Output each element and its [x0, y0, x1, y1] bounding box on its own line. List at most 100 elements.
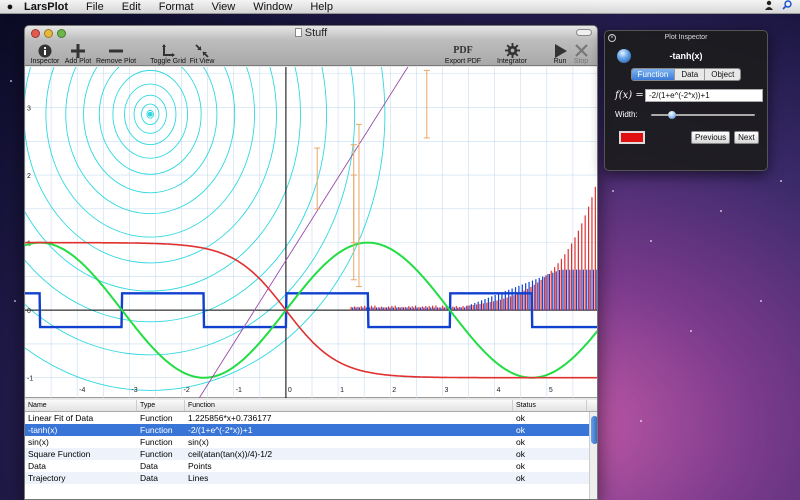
- apple-menu-icon[interactable]: ●: [0, 1, 20, 13]
- table-row[interactable]: Data Data Points ok: [25, 460, 598, 472]
- cell-function: sin(x): [185, 437, 513, 447]
- minimize-window-button[interactable]: [44, 29, 53, 38]
- next-button[interactable]: Next: [734, 131, 758, 144]
- pdf-icon: PDF: [453, 43, 472, 58]
- cell-status: ok: [513, 413, 587, 423]
- tab-object[interactable]: Object: [705, 69, 740, 80]
- toolbar: Inspector Add Plot Remove Plot Toggle Gr…: [25, 40, 597, 66]
- inspector-plot-name: -tanh(x): [605, 51, 767, 61]
- table-scrollbar[interactable]: [589, 412, 598, 500]
- x-tick-label: -3: [131, 387, 137, 394]
- trajectory-ring: [25, 67, 277, 263]
- scrollbar-thumb[interactable]: [591, 416, 598, 444]
- cell-name: Data: [25, 461, 137, 471]
- series-linear-fit: [192, 67, 411, 398]
- x-tick-label: -2: [184, 387, 190, 394]
- stop-x-icon: [575, 43, 588, 58]
- x-tick-label: -1: [236, 387, 242, 394]
- color-well[interactable]: [619, 131, 645, 144]
- fit-arrows-icon: [195, 43, 209, 58]
- menu-help[interactable]: Help: [301, 1, 342, 13]
- cell-status: ok: [513, 437, 587, 447]
- cell-function: Lines: [185, 473, 513, 483]
- cell-type: Function: [137, 413, 185, 423]
- stop-button[interactable]: Stop: [572, 40, 590, 66]
- slider-knob[interactable]: [668, 111, 676, 119]
- minus-icon: [109, 43, 123, 58]
- cell-type: Function: [137, 425, 185, 435]
- tab-function[interactable]: Function: [632, 69, 676, 80]
- menu-bar: ● LarsPlot File Edit Format View Window …: [0, 0, 800, 14]
- close-inspector-icon[interactable]: ×: [608, 34, 616, 42]
- y-tick-label: 2: [27, 173, 31, 180]
- toolbar-toggle-button[interactable]: [576, 29, 592, 36]
- inspector-title-bar[interactable]: × Plot Inspector: [605, 31, 767, 45]
- trajectory-center: [148, 112, 153, 117]
- plot-list-table: Name Type Function Status Linear Fit of …: [25, 400, 598, 500]
- menu-view[interactable]: View: [203, 1, 245, 13]
- cell-name: Trajectory: [25, 473, 137, 483]
- menu-file[interactable]: File: [77, 1, 113, 13]
- user-icon[interactable]: [764, 0, 774, 13]
- slider-track[interactable]: [651, 114, 755, 116]
- column-header-function[interactable]: Function: [185, 400, 513, 411]
- y-tick-label: -1: [27, 376, 33, 383]
- spotlight-search-icon[interactable]: [782, 0, 792, 13]
- plot-inspector-panel: × Plot Inspector -tanh(x) Function Data …: [604, 30, 768, 171]
- play-icon: [554, 43, 567, 58]
- width-label: Width:: [615, 110, 651, 119]
- tab-data[interactable]: Data: [675, 69, 705, 80]
- table-header: Name Type Function Status: [25, 400, 598, 412]
- x-tick-label: 3: [444, 387, 448, 394]
- y-tick-label: 0: [27, 308, 31, 315]
- x-tick-label: 4: [497, 387, 501, 394]
- run-button[interactable]: Run: [551, 40, 569, 66]
- table-body: Linear Fit of Data Function 1.225856*x+0.7…: [25, 412, 598, 484]
- series-trajectory: [25, 67, 385, 390]
- toggle-grid-button[interactable]: Toggle Grid: [149, 40, 187, 66]
- table-row[interactable]: Linear Fit of Data Function 1.225856*x+0.7…: [25, 412, 598, 424]
- title-bar[interactable]: Stuff: [25, 26, 597, 40]
- document-icon: [295, 28, 302, 37]
- export-pdf-button[interactable]: PDF Export PDF: [445, 40, 481, 66]
- table-row[interactable]: Trajectory Data Lines ok: [25, 472, 598, 484]
- plot-chart[interactable]: -4-3-2-10123456-10123: [25, 67, 598, 398]
- formula-input[interactable]: -2/(1+e^(-2*x))+1: [645, 89, 763, 102]
- y-tick-label: 3: [27, 106, 31, 113]
- fx-label: f(x) =: [615, 90, 645, 101]
- add-plot-button[interactable]: Add Plot: [63, 40, 93, 66]
- plus-icon: [71, 43, 85, 58]
- column-header-name[interactable]: Name: [25, 400, 137, 411]
- width-slider[interactable]: [651, 111, 755, 119]
- close-window-button[interactable]: [31, 29, 40, 38]
- zoom-window-button[interactable]: [57, 29, 66, 38]
- cell-type: Function: [137, 449, 185, 459]
- x-tick-label: -4: [79, 387, 85, 394]
- cell-name: sin(x): [25, 437, 137, 447]
- plot-canvas[interactable]: -4-3-2-10123456-10123: [25, 67, 598, 398]
- menu-window[interactable]: Window: [244, 1, 301, 13]
- menu-app-name[interactable]: LarsPlot: [20, 1, 77, 13]
- table-row[interactable]: sin(x) Function sin(x) ok: [25, 436, 598, 448]
- menu-format[interactable]: Format: [150, 1, 203, 13]
- menu-edit[interactable]: Edit: [113, 1, 150, 13]
- main-window: Stuff Inspector Add Plot Remove Plot Tog…: [24, 25, 598, 500]
- fit-view-button[interactable]: Fit View: [188, 40, 216, 66]
- remove-plot-button[interactable]: Remove Plot: [95, 40, 137, 66]
- inspector-button[interactable]: Inspector: [27, 40, 63, 66]
- grid-axes-icon: [161, 43, 175, 58]
- previous-button[interactable]: Previous: [691, 131, 730, 144]
- table-row[interactable]: Square Function Function ceil(atan(tan(x))…: [25, 448, 598, 460]
- info-icon: [38, 43, 52, 58]
- cell-function: ceil(atan(tan(x))/4)-1/2: [185, 449, 513, 459]
- column-header-type[interactable]: Type: [137, 400, 185, 411]
- trajectory-ring: [25, 67, 327, 322]
- inspector-tab-control: Function Data Object: [631, 68, 742, 81]
- cell-function: Points: [185, 461, 513, 471]
- x-tick-label: 2: [392, 387, 396, 394]
- integrator-button[interactable]: Integrator: [494, 40, 530, 66]
- gear-icon: [505, 43, 520, 58]
- table-row[interactable]: -tanh(x) Function -2/(1+e^(-2*x))+1 ok: [25, 424, 598, 436]
- x-tick-label: 0: [288, 387, 292, 394]
- column-header-status[interactable]: Status: [513, 400, 587, 411]
